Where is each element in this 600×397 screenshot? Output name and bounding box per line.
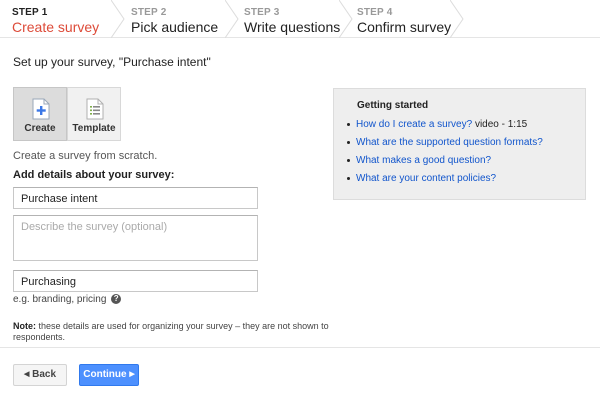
step-create-survey[interactable]: STEP 1 Create survey [12,0,99,38]
step-write-questions[interactable]: STEP 3 Write questions [244,0,340,38]
template-tile-button[interactable]: Template [67,87,121,141]
step-name: Write questions [244,19,341,35]
step-name: Confirm survey [357,19,452,35]
getting-started-list: How do I create a survey? video - 1:15 W… [347,119,543,191]
survey-category-input[interactable]: Purchasing [13,270,258,292]
list-item: What makes a good question? [347,155,543,173]
category-hint-text: e.g. branding, pricing [13,294,107,305]
survey-description-textarea[interactable]: Describe the survey (optional) [13,215,258,261]
getting-started-panel: Getting started How do I create a survey… [333,88,586,200]
document-lines-icon [86,98,104,120]
organization-note: Note: these details are used for organiz… [13,321,343,343]
step-name: Create survey [12,19,100,35]
template-tile-label: Template [72,123,116,134]
bullet-icon [347,140,350,144]
plus-document-icon [32,98,50,120]
create-tile-button[interactable]: Create [13,87,67,141]
back-button-label: Back [32,369,57,380]
note-text: these details are used for organizing yo… [13,321,329,342]
add-details-heading: Add details about your survey: [13,169,175,181]
step-separator-icon [450,0,464,38]
note-label: Note: [13,321,36,331]
footer-divider [0,347,600,348]
list-item: What are your content policies? [347,173,543,191]
bullet-icon [347,158,350,162]
list-item: What are the supported question formats? [347,137,543,155]
help-link-good-question[interactable]: What makes a good question? [356,155,491,166]
bullet-icon [347,176,350,180]
create-tile-label: Create [24,123,56,134]
step-number: STEP 3 [244,7,280,18]
step-progress-bar: STEP 1 Create survey STEP 2 Pick audienc… [0,0,600,38]
continue-arrow-icon: ▶ [129,371,135,378]
continue-button-label: Continue [83,369,127,380]
help-link-question-formats[interactable]: What are the supported question formats? [356,137,543,148]
step-confirm-survey[interactable]: STEP 4 Confirm survey [357,0,451,38]
step-name: Pick audience [131,19,219,35]
help-link-content-policies[interactable]: What are your content policies? [356,173,496,184]
list-item: How do I create a survey? video - 1:15 [347,119,543,137]
step-separator-icon [111,0,125,38]
step-separator-icon [225,0,239,38]
help-link-create-survey[interactable]: How do I create a survey? [356,119,472,130]
continue-button[interactable]: Continue ▶ [79,364,139,386]
getting-started-title: Getting started [357,100,429,111]
step-number: STEP 1 [12,7,48,18]
step-pick-audience[interactable]: STEP 2 Pick audience [131,0,218,38]
create-description: Create a survey from scratch. [13,150,158,162]
page-title: Set up your survey, "Purchase intent" [13,55,211,69]
step-number: STEP 4 [357,7,393,18]
category-hint: e.g. branding, pricing ? [13,294,122,305]
video-duration-text: video - 1:15 [472,119,528,130]
back-button[interactable]: ◀ Back [13,364,67,386]
step-separator-icon [339,0,353,38]
help-icon[interactable]: ? [111,294,122,305]
survey-title-input[interactable]: Purchase intent [13,187,258,209]
back-arrow-icon: ◀ [23,371,30,378]
step-number: STEP 2 [131,7,167,18]
bullet-icon [347,122,350,126]
